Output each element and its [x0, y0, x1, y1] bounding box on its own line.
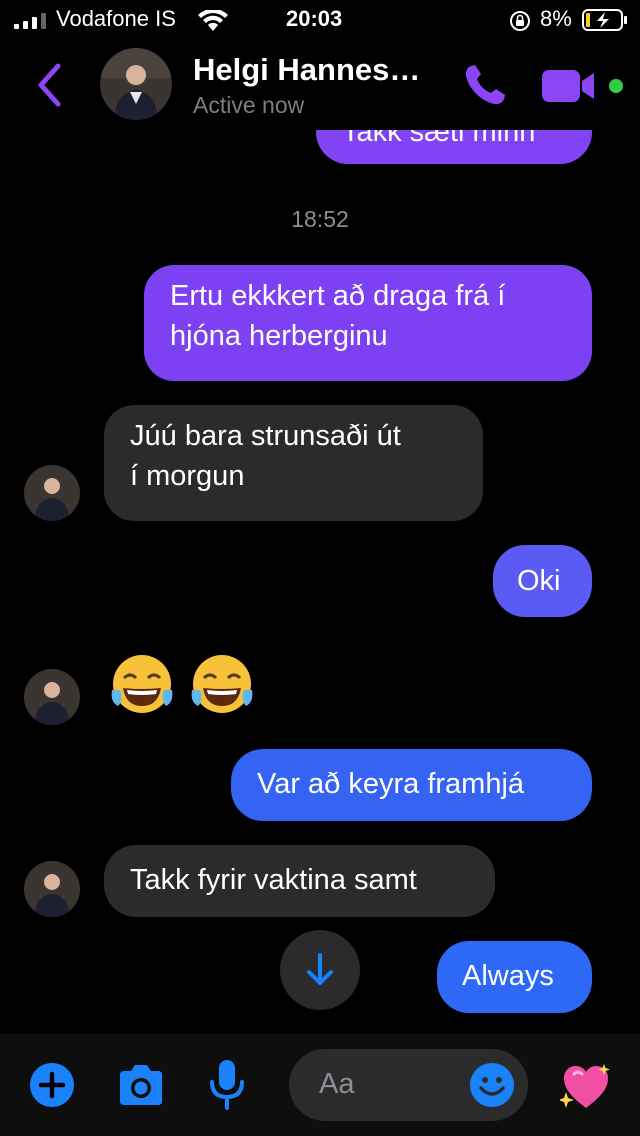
message-input[interactable]: Aa	[289, 1049, 528, 1121]
sender-avatar[interactable]	[24, 465, 80, 521]
timestamp: 18:52	[291, 206, 349, 232]
message-text-line: hjóna herberginu	[170, 320, 388, 352]
back-chevron-icon[interactable]	[28, 60, 72, 110]
sender-avatar[interactable]	[24, 861, 80, 917]
message-input-placeholder: Aa	[319, 1068, 355, 1100]
clock: 20:03	[286, 6, 343, 31]
battery-charging-icon	[582, 9, 627, 31]
message-outgoing[interactable]: Var að keyra framhjá	[231, 749, 592, 821]
message-text: Oki	[517, 565, 561, 597]
tears-of-joy-emoji-icon[interactable]	[188, 650, 256, 718]
phone-call-icon[interactable]	[462, 62, 508, 108]
rotation-lock-icon	[510, 11, 530, 31]
microphone-icon[interactable]	[208, 1060, 246, 1110]
arrow-down-icon	[307, 953, 333, 985]
message-composer: Aa	[0, 1034, 640, 1136]
message-text-line: í morgun	[130, 460, 245, 492]
carrier-name: Vodafone IS	[56, 6, 176, 31]
emoji-picker-icon[interactable]	[469, 1062, 515, 1108]
camera-icon[interactable]	[116, 1063, 166, 1107]
active-indicator	[606, 76, 626, 96]
message-text: Takk fyrir vaktina samt	[130, 864, 417, 896]
sender-avatar[interactable]	[24, 669, 80, 725]
contact-avatar[interactable]	[100, 48, 172, 120]
plus-icon[interactable]	[30, 1063, 74, 1107]
tears-of-joy-emoji-icon[interactable]	[108, 650, 176, 718]
video-call-icon[interactable]	[542, 68, 598, 104]
scroll-to-bottom-button[interactable]	[280, 930, 360, 1010]
message-text-line: Ertu ekkkert að draga frá í	[170, 280, 506, 312]
contact-name[interactable]: Helgi Hannes…	[193, 52, 420, 88]
message-text-line: Júú bara strunsaði út	[130, 420, 401, 452]
message-outgoing[interactable]: Oki	[493, 545, 592, 617]
message-outgoing[interactable]: Ertu ekkkert að draga frá í hjóna herber…	[144, 265, 592, 381]
wifi-icon	[198, 10, 228, 31]
active-status: Active now	[193, 92, 305, 118]
signal-icon	[14, 13, 46, 29]
battery-percent: 8%	[540, 6, 572, 31]
message-outgoing[interactable]: Always	[437, 941, 592, 1013]
message-text: Var að keyra framhjá	[257, 768, 525, 800]
sparkling-heart-icon[interactable]	[560, 1062, 612, 1112]
status-bar: Vodafone IS 20:03 8%	[0, 0, 640, 40]
message-incoming[interactable]: Júú bara strunsaði út í morgun	[104, 405, 483, 521]
message-incoming[interactable]: Takk fyrir vaktina samt	[104, 845, 495, 917]
message-text: Always	[462, 960, 554, 992]
conversation-header: Helgi Hannes… Active now	[0, 40, 640, 130]
